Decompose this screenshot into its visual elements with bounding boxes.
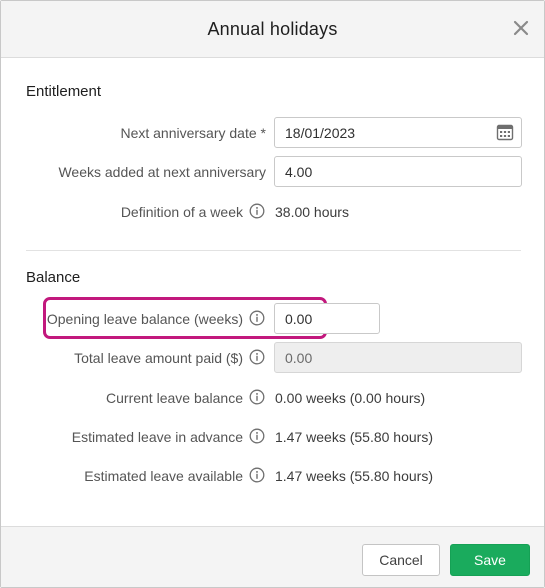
current-balance-value: 0.00 weeks (0.00 hours) bbox=[275, 390, 426, 406]
dialog-header: Annual holidays bbox=[1, 1, 544, 58]
definition-of-week-label: Definition of a week bbox=[120, 204, 243, 220]
next-anniversary-label: Next anniversary date * bbox=[120, 125, 266, 141]
current-balance-label: Current leave balance bbox=[106, 390, 243, 406]
info-icon[interactable] bbox=[249, 467, 265, 483]
total-leave-paid-field bbox=[274, 342, 522, 373]
cancel-button[interactable]: Cancel bbox=[362, 544, 440, 576]
save-button[interactable]: Save bbox=[450, 544, 530, 576]
leave-in-advance-value: 1.47 weeks (55.80 hours) bbox=[275, 429, 433, 445]
dialog-footer: Cancel Save bbox=[1, 526, 544, 587]
leave-in-advance-label: Estimated leave in advance bbox=[71, 429, 243, 445]
total-leave-paid-label: Total leave amount paid ($) bbox=[74, 350, 243, 366]
next-anniversary-date-field[interactable] bbox=[274, 117, 522, 148]
opening-balance-label: Opening leave balance (weeks) bbox=[46, 311, 243, 327]
info-icon[interactable] bbox=[249, 349, 265, 365]
calendar-icon[interactable] bbox=[496, 123, 514, 141]
weeks-added-label: Weeks added at next anniversary bbox=[58, 164, 266, 180]
leave-available-label: Estimated leave available bbox=[84, 468, 243, 484]
info-icon[interactable] bbox=[249, 428, 265, 444]
info-icon[interactable] bbox=[249, 203, 265, 219]
definition-of-week-value: 38.00 hours bbox=[275, 204, 349, 220]
annual-holidays-dialog: Annual holidays Entitlement Next anniver… bbox=[0, 0, 545, 588]
opening-balance-field[interactable] bbox=[274, 303, 380, 334]
weeks-added-field[interactable] bbox=[274, 156, 522, 187]
dialog-title: Annual holidays bbox=[207, 19, 338, 39]
info-icon[interactable] bbox=[249, 310, 265, 326]
entitlement-heading: Entitlement bbox=[26, 83, 102, 100]
section-divider bbox=[26, 250, 521, 251]
close-icon[interactable] bbox=[510, 17, 532, 39]
balance-heading: Balance bbox=[26, 269, 81, 286]
leave-available-value: 1.47 weeks (55.80 hours) bbox=[275, 468, 433, 484]
info-icon[interactable] bbox=[249, 389, 265, 405]
